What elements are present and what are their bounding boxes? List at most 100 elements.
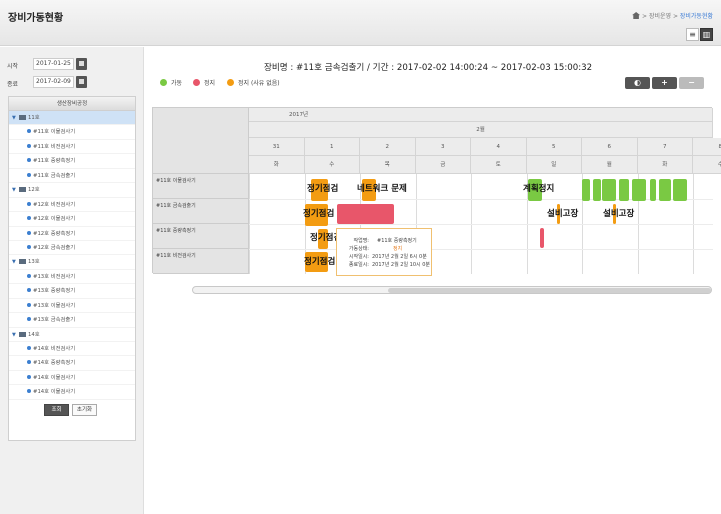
tree-item[interactable]: #14호 중량측정기 [9,356,135,371]
gear-icon [27,244,31,249]
start-date-input[interactable]: 2017-01-25 [33,58,74,70]
zoom-out-button[interactable]: − [679,77,704,89]
gear-icon [27,129,31,134]
weekday-header: 수 [693,156,721,174]
legend-swatch [160,79,167,86]
day-header: 6 [582,138,638,156]
tree-item[interactable]: #14호 이물검사기 [9,385,135,400]
zoom-in-button[interactable]: + [652,77,677,89]
tree-group[interactable]: ▼ 13호 [9,255,135,270]
chart-title: 장비명 : #11호 금속검출기 / 기간 : 2017-02-02 14:00… [263,63,593,73]
tree-group[interactable]: ▼ 14호 [9,328,135,342]
gantt-bar[interactable] [582,179,590,201]
tree-header: 생산장비공정 [9,97,135,111]
gear-icon [27,302,31,307]
page-title: 장비가동현황 [8,13,64,24]
tree-item[interactable]: #11호 금속검출기 [9,169,135,184]
home-icon[interactable] [632,12,641,19]
equipment-tree: 생산장비공정 ▼ 11호 #11호 이물검사기 #11호 비전검사기 #11호 중량측정… [8,96,136,441]
day-header: 8 [693,138,721,156]
start-label: 시작 [7,63,19,70]
tree-group[interactable]: ▼ 11호 [9,111,135,126]
weekday-header: 화 [249,156,305,174]
day-header: 31 [249,138,305,156]
weekday-header: 토 [471,156,527,174]
tree-item[interactable]: #12호 비전검사기 [9,198,135,213]
tree-item[interactable]: #13호 이물검사기 [9,299,135,314]
gantt-bar[interactable] [673,179,687,201]
tree-item[interactable]: #11호 이물검사기 [9,125,135,140]
grid-corner [153,108,249,174]
legend-run: 가동 [160,78,182,87]
gantt-bar[interactable] [337,204,394,224]
folder-icon [19,187,26,193]
weekday-header: 화 [637,156,693,174]
tree-item[interactable]: #12호 금속검출기 [9,241,135,256]
caret-down-icon[interactable]: ▼ [12,183,19,197]
row-gridline [249,249,713,250]
calendar-icon[interactable] [76,58,87,70]
tree-item[interactable]: #13호 중량측정기 [9,284,135,299]
tree-item[interactable]: #11호 중량측정기 [9,154,135,169]
weekday-header: 월 [582,156,638,174]
breadcrumb-current: 장비가동현황 [679,13,713,20]
gear-icon [27,172,31,177]
folder-icon [19,115,26,120]
calendar-icon[interactable] [76,76,87,88]
gear-icon [27,374,31,379]
gear-icon [27,201,31,206]
chart-view-icon[interactable]: ▥ [700,28,713,41]
tree-item[interactable]: #14호 이물검사기 [9,371,135,386]
bar-label: 네트워크 문제 [357,184,407,194]
legend-swatch [193,79,200,86]
horizontal-scrollbar[interactable] [192,286,712,294]
gear-icon [27,317,31,322]
reset-button[interactable]: 초기화 [72,404,97,416]
tree-item[interactable]: #14호 비전검사기 [9,342,135,357]
gear-icon [27,230,31,235]
day-header: 1 [304,138,360,156]
gear-icon [27,216,31,221]
gantt-bar[interactable] [659,179,671,201]
weekday-header: 일 [526,156,582,174]
gear-icon [27,389,31,394]
breadcrumb: > 장비운영 > 장비가동현황 [632,11,713,20]
bar-label: 정기점검 [307,184,339,194]
list-view-icon[interactable]: ≡ [686,28,699,41]
row-label: #11호 금속검출기 [153,199,249,224]
gear-icon [27,288,31,293]
tree-item[interactable]: #12호 이물검사기 [9,212,135,227]
gear-icon [27,360,31,365]
search-button[interactable]: 조회 [44,404,69,416]
scrollbar-thumb[interactable] [388,288,711,293]
day-header: 7 [637,138,693,156]
bar-label: 설비고장 [603,209,635,219]
tree-group[interactable]: ▼ 12호 [9,183,135,198]
weekday-header: 목 [360,156,416,174]
tree-item[interactable]: #13호 금속검출기 [9,313,135,328]
bar-label: 정기점검 [304,257,336,267]
breadcrumb-item[interactable]: 장비운영 [649,13,671,20]
day-header: 2 [360,138,416,156]
legend-swatch [227,79,234,86]
folder-icon [19,331,26,337]
tree-item[interactable]: #11호 비전검사기 [9,140,135,155]
folder-icon [19,259,26,265]
legend-stop-noreason: 정지 (사유 없음) [227,78,280,87]
gantt-bar[interactable] [593,179,601,201]
gantt-bar[interactable] [632,179,646,201]
gantt-bar[interactable] [540,228,544,248]
day-header: 5 [526,138,582,156]
gantt-bar[interactable] [602,179,616,201]
tree-item[interactable]: #12호 중량측정기 [9,227,135,241]
legend-stop: 정지 [193,78,215,87]
gantt-bar[interactable] [650,179,656,201]
tree-item[interactable]: #13호 비전검사기 [9,270,135,285]
end-date-input[interactable]: 2017-02-09 [33,76,74,88]
caret-down-icon[interactable]: ▼ [12,255,19,269]
zoom-fit-button[interactable]: ◐ [625,77,650,89]
caret-down-icon[interactable]: ▼ [12,328,19,342]
gantt-bar[interactable] [619,179,629,201]
caret-down-icon[interactable]: ▼ [12,111,19,125]
row-label: #11호 중량측정기 [153,224,249,249]
